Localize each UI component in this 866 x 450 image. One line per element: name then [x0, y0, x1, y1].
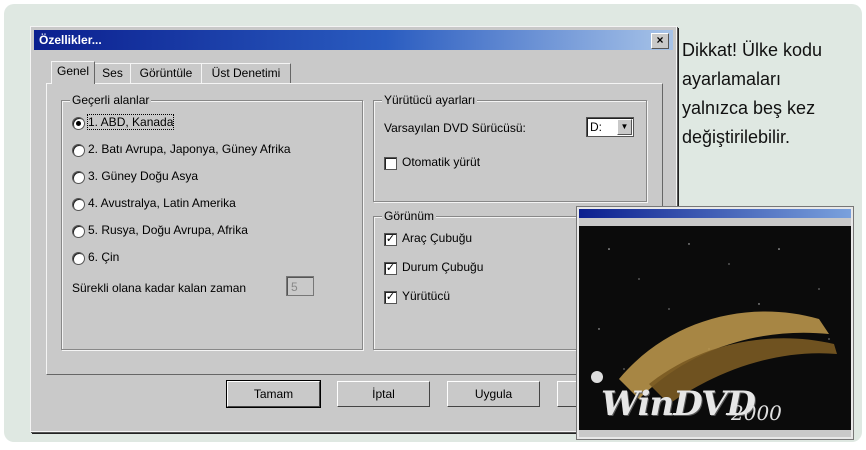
remaining-label: Sürekli olana kadar kalan zaman — [72, 281, 247, 295]
player-settings-group: Yürütücü ayarları Varsayılan DVD Sürücüs… — [373, 93, 647, 202]
tab-display[interactable]: Görüntüle — [130, 63, 202, 83]
region-radio-2[interactable] — [72, 144, 85, 157]
region-radio-3[interactable] — [72, 171, 85, 184]
region-label-3[interactable]: 3. Güney Doğu Asya — [88, 169, 198, 183]
region-label-6[interactable]: 6. Çin — [88, 250, 119, 264]
region-group: Geçerli alanlar 1. ABD, Kanada 2. Batı A… — [61, 93, 363, 350]
region-radio-1[interactable] — [72, 117, 85, 130]
region-radio-6[interactable] — [72, 252, 85, 265]
default-drive-value: D: — [590, 120, 602, 134]
dialog-title: Özellikler... — [39, 33, 102, 47]
player-settings-title: Yürütücü ayarları — [382, 93, 478, 107]
default-drive-select[interactable]: D: ▼ — [586, 117, 634, 137]
tab-audio[interactable]: Ses — [94, 63, 131, 83]
region-label-2[interactable]: 2. Batı Avrupa, Japonya, Güney Afrika — [88, 142, 291, 156]
tab-page-general: Geçerli alanlar 1. ABD, Kanada 2. Batı A… — [46, 83, 663, 375]
default-drive-label: Varsayılan DVD Sürücüsü: — [384, 121, 526, 135]
toolbar-label[interactable]: Araç Çubuğu — [402, 231, 472, 245]
toolbar-checkbox[interactable]: ✓ — [384, 233, 397, 246]
region-label-1[interactable]: 1. ABD, Kanada — [86, 114, 175, 130]
tab-general[interactable]: Genel — [51, 61, 95, 84]
windvd-logo-version: 2000 — [731, 401, 782, 425]
autoplay-checkbox[interactable] — [384, 157, 397, 170]
region-label-4[interactable]: 4. Avustralya, Latin Amerika — [88, 196, 236, 210]
windvd-status-bar — [579, 430, 851, 437]
cancel-button[interactable]: İptal — [337, 381, 430, 407]
ok-button[interactable]: Tamam — [226, 380, 321, 408]
apply-button[interactable]: Uygula — [447, 381, 540, 407]
tab-parental-control[interactable]: Üst Denetimi — [201, 63, 291, 83]
region-radio-5[interactable] — [72, 225, 85, 238]
region-radio-4[interactable] — [72, 198, 85, 211]
statusbar-checkbox[interactable]: ✓ — [384, 262, 397, 275]
windvd-screenshot: WinDVD 2000 — [577, 207, 853, 439]
remaining-count-field: 5 — [286, 276, 314, 296]
player-checkbox[interactable]: ✓ — [384, 291, 397, 304]
caution-note: Dikkat! Ülke kodu ayarlamaları yalnızca … — [682, 40, 823, 147]
statusbar-label[interactable]: Durum Çubuğu — [402, 260, 483, 274]
player-label[interactable]: Yürütücü — [402, 289, 450, 303]
close-button[interactable]: × — [651, 33, 669, 49]
region-group-title: Geçerli alanlar — [70, 93, 152, 107]
chevron-down-icon[interactable]: ▼ — [617, 119, 632, 135]
autoplay-label[interactable]: Otomatik yürüt — [402, 155, 480, 169]
view-group-title: Görünüm — [382, 209, 437, 223]
title-bar[interactable]: Özellikler... × — [34, 30, 673, 50]
region-label-5[interactable]: 5. Rusya, Doğu Avrupa, Afrika — [88, 223, 248, 237]
